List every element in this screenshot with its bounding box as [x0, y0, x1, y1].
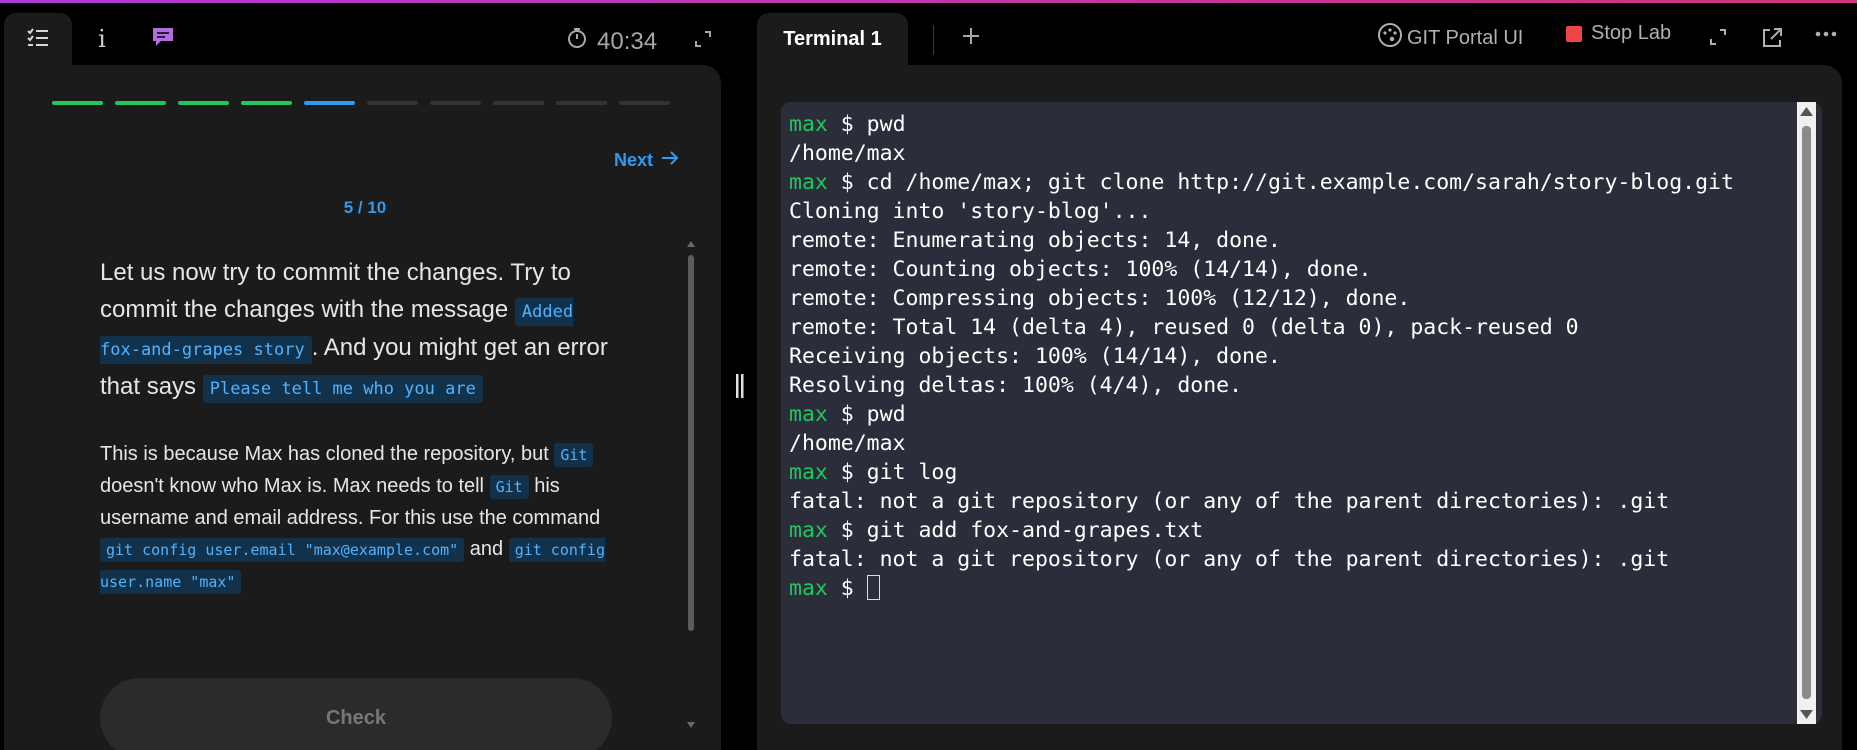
lesson-panel: Next 5 / 10 Let us now try to commit the…: [4, 65, 721, 750]
checklist-icon: [26, 27, 50, 52]
terminal-text: /home/max: [789, 431, 906, 456]
terminal-prompt: max: [789, 576, 828, 601]
terminal-line: max $ cd /home/max; git clone http://git…: [789, 168, 1734, 197]
terminal-line: remote: Total 14 (delta 4), reused 0 (de…: [789, 313, 1734, 342]
instruction-paragraph: Let us now try to commit the changes. Tr…: [100, 255, 620, 407]
explanation-paragraph: This is because Max has cloned the repos…: [100, 439, 620, 598]
terminal-line: max $ pwd: [789, 110, 1734, 139]
terminal-command: $ git log: [827, 460, 958, 485]
terminal-command: $ cd /home/max; git clone http://git.exa…: [827, 170, 1734, 195]
expand-icon[interactable]: [1708, 27, 1728, 47]
terminal-prompt: max: [789, 170, 828, 195]
code-snippet: Please tell me who you are: [202, 374, 483, 403]
progress-segment: [493, 101, 544, 105]
tab-terminal-1[interactable]: Terminal 1: [757, 13, 908, 65]
terminal-text: Cloning into 'story-blog'...: [789, 199, 1152, 224]
terminal-cursor: [866, 575, 880, 600]
progress-segment: [367, 101, 418, 105]
tab-label: Terminal 1: [783, 27, 882, 50]
terminal-line: max $ git add fox-and-grapes.txt: [789, 516, 1734, 545]
terminal-prompt: max: [789, 460, 828, 485]
terminal-line: remote: Compressing objects: 100% (12/12…: [789, 284, 1734, 313]
terminal-line: Receiving objects: 100% (14/14), done.: [789, 342, 1734, 371]
progress-segment: [619, 101, 670, 105]
lesson-scrollbar[interactable]: [685, 237, 697, 732]
arrow-right-icon: [661, 150, 679, 171]
terminal-prompt: max: [789, 518, 828, 543]
plus-icon: [963, 28, 979, 44]
terminal-text: /home/max: [789, 141, 906, 166]
terminal-command: $ git add fox-and-grapes.txt: [827, 518, 1204, 543]
info-icon: i: [98, 25, 106, 53]
instruction-text: Let us now try to commit the changes. Tr…: [100, 259, 571, 323]
terminal-text: Receiving objects: 100% (14/14), done.: [789, 344, 1281, 369]
git-portal-label: GIT Portal UI: [1407, 26, 1524, 49]
stopwatch-icon: [567, 27, 587, 56]
terminal-command: $: [827, 576, 867, 601]
tab-chat[interactable]: [132, 13, 194, 65]
explanation-text: This is because Max has cloned the repos…: [100, 443, 555, 465]
question-counter: 5 / 10: [343, 198, 387, 217]
terminal-text: fatal: not a git repository (or any of t…: [789, 547, 1670, 572]
git-portal-button[interactable]: GIT Portal UI: [1377, 22, 1523, 54]
check-button[interactable]: Check: [100, 678, 612, 750]
terminal-line: remote: Enumerating objects: 14, done.: [789, 226, 1734, 255]
panel-resize-handle[interactable]: [734, 374, 746, 403]
add-terminal-button[interactable]: [960, 25, 982, 52]
progress-segment: [241, 101, 292, 105]
terminal-text: remote: Counting objects: 100% (14/14), …: [789, 257, 1372, 282]
explanation-text: and: [464, 538, 509, 560]
terminal-text: fatal: not a git repository (or any of t…: [789, 489, 1670, 514]
terminal-command: $ pwd: [827, 402, 906, 427]
terminal-line: max $ pwd: [789, 400, 1734, 429]
tab-divider: [933, 25, 934, 55]
progress-segment: [304, 101, 355, 105]
explanation-text: doesn't know who Max is. Max needs to te…: [100, 475, 490, 497]
timer-value: 40:34: [597, 27, 658, 55]
terminal-output: max $ pwd/home/max max $ cd /home/max; gi…: [789, 110, 1734, 603]
tab-checklist[interactable]: [4, 13, 72, 65]
next-button[interactable]: Next: [614, 150, 679, 171]
terminal-screen[interactable]: max $ pwd/home/max max $ cd /home/max; gi…: [781, 102, 1822, 724]
terminal-line: /home/max: [789, 139, 1734, 168]
progress-segment: [178, 101, 229, 105]
next-label: Next: [614, 150, 654, 170]
terminal-line: max $: [789, 574, 1734, 603]
progress-segment: [115, 101, 166, 105]
terminal-scrollbar[interactable]: [1797, 102, 1816, 724]
more-options-icon[interactable]: [1815, 30, 1837, 38]
progress-segment: [430, 101, 481, 105]
terminal-line: Resolving deltas: 100% (4/4), done.: [789, 371, 1734, 400]
terminal-line: fatal: not a git repository (or any of t…: [789, 545, 1734, 574]
stop-lab-label: Stop Lab: [1591, 22, 1672, 44]
terminal-text: Resolving deltas: 100% (4/4), done.: [789, 373, 1243, 398]
stop-icon: [1566, 25, 1582, 42]
chat-bubble-icon: [151, 26, 175, 53]
lesson-content: Let us now try to commit the changes. Tr…: [100, 255, 620, 598]
terminal-line: Cloning into 'story-blog'...: [789, 197, 1734, 226]
terminal-command: $ pwd: [827, 112, 906, 137]
progress-segment: [556, 101, 607, 105]
terminal-text: remote: Compressing objects: 100% (12/12…: [789, 286, 1411, 311]
terminal-text: remote: Total 14 (delta 4), reused 0 (de…: [789, 315, 1579, 340]
terminal-text: remote: Enumerating objects: 14, done.: [789, 228, 1281, 253]
terminal-prompt: max: [789, 402, 828, 427]
lesson-tab-bar: i 40:34: [0, 3, 720, 65]
stop-lab-button[interactable]: Stop Lab: [1566, 22, 1671, 45]
terminal-line: remote: Counting objects: 100% (14/14), …: [789, 255, 1734, 284]
terminal-prompt: max: [789, 112, 828, 137]
code-snippet: git config user.email "max@example.com": [100, 538, 465, 562]
code-snippet: Git: [489, 475, 529, 499]
terminal-line: fatal: not a git repository (or any of t…: [789, 487, 1734, 516]
expand-icon[interactable]: [693, 29, 713, 54]
lesson-progress: [52, 101, 670, 105]
lab-timer: 40:34: [567, 27, 657, 56]
open-external-icon[interactable]: [1760, 26, 1784, 50]
code-snippet: Git: [554, 443, 594, 467]
tab-info[interactable]: i: [72, 13, 132, 65]
terminal-line: /home/max: [789, 429, 1734, 458]
portal-icon: [1377, 22, 1403, 54]
progress-segment: [52, 101, 103, 105]
terminal-line: max $ git log: [789, 458, 1734, 487]
